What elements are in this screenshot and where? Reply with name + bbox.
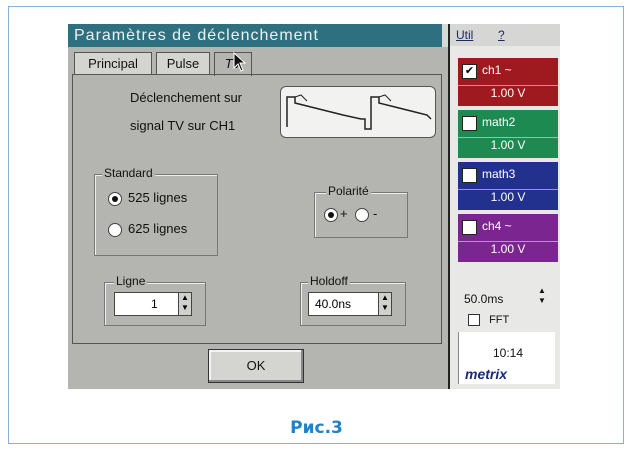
standard-group — [94, 174, 218, 256]
math3-volt: 1.00 V — [458, 189, 558, 204]
status-box: 10:14 metrix — [458, 332, 555, 384]
ch1-volt: 1.00 V — [458, 85, 558, 100]
timebase-value: 50.0ms — [464, 292, 504, 306]
clock-time: 10:14 — [493, 346, 524, 360]
holdoff-value: 40.0ns — [315, 297, 352, 311]
menu-bar: Util ? — [450, 24, 560, 46]
ok-button[interactable]: OK — [208, 349, 304, 383]
metrix-logo: metrix — [465, 366, 508, 382]
polarity-plus-radio[interactable] — [324, 208, 338, 222]
fft-checkbox[interactable] — [468, 314, 480, 327]
timebase-control[interactable]: 50.0ms ▲ ▼ — [450, 286, 560, 314]
tab-pulse[interactable]: Pulse — [156, 52, 210, 74]
math2-name: math2 — [482, 115, 516, 129]
polarity-minus-label: - — [373, 206, 378, 221]
math3-name: math3 — [482, 167, 516, 181]
description-line-2: signal TV sur CH1 — [130, 118, 236, 133]
channel-ch1[interactable]: ✔ ch1 ~ 1.00 V — [458, 58, 558, 106]
channel-math3[interactable]: math3 1.00 V — [458, 162, 558, 210]
radio-525-label: 525 lignes — [128, 190, 188, 205]
standard-label: Standard — [102, 166, 155, 180]
channel-ch4[interactable]: ch4 ~ 1.00 V — [458, 214, 558, 262]
fft-label: FFT — [489, 314, 510, 326]
trigger-settings-dialog: Paramètres de déclenchement Principal Pu… — [68, 24, 450, 389]
ch4-name: ch4 ~ — [482, 219, 512, 233]
math3-checkbox[interactable] — [462, 168, 477, 183]
ch4-volt: 1.00 V — [458, 241, 558, 256]
radio-625-label: 625 lignes — [128, 221, 188, 236]
polarity-minus-radio[interactable] — [355, 208, 369, 222]
figure-caption: Рис.3 — [290, 418, 343, 438]
line-stepper[interactable]: 1 ▲ ▼ — [114, 292, 192, 316]
holdoff-stepper-arrows[interactable]: ▲ ▼ — [378, 293, 391, 315]
ch1-checkbox[interactable]: ✔ — [462, 64, 477, 79]
polarity-label: Polarité — [326, 184, 371, 198]
timebase-stepper-arrows[interactable]: ▲ ▼ — [538, 286, 546, 306]
tab-principal[interactable]: Principal — [74, 52, 152, 74]
holdoff-stepper[interactable]: 40.0ns ▲ ▼ — [308, 292, 392, 316]
mouse-cursor-icon — [233, 52, 247, 72]
fft-toggle[interactable]: FFT — [468, 314, 510, 327]
menu-util[interactable]: Util — [456, 24, 473, 46]
polarity-plus-label: + — [340, 206, 348, 221]
line-stepper-arrows[interactable]: ▲ ▼ — [178, 293, 191, 315]
math2-volt: 1.00 V — [458, 137, 558, 152]
holdoff-label: Holdoff — [308, 274, 350, 288]
description-line-1: Déclenchement sur — [130, 90, 242, 105]
dialog-title: Paramètres de déclenchement — [68, 24, 450, 47]
menu-help[interactable]: ? — [498, 24, 505, 46]
ch1-name: ch1 ~ — [482, 63, 512, 77]
math2-checkbox[interactable] — [462, 116, 477, 131]
line-label: Ligne — [114, 274, 148, 288]
tv-signal-waveform-icon — [280, 86, 436, 138]
channel-math2[interactable]: math2 1.00 V — [458, 110, 558, 158]
channel-side-panel: Util ? ✔ ch1 ~ 1.00 V math2 1.00 V math3… — [450, 24, 560, 389]
radio-525-lines[interactable] — [108, 192, 122, 206]
ch4-checkbox[interactable] — [462, 220, 477, 235]
radio-625-lines[interactable] — [108, 223, 122, 237]
oscilloscope-screen: Paramètres de déclenchement Principal Pu… — [68, 24, 560, 389]
line-value: 1 — [151, 297, 158, 311]
